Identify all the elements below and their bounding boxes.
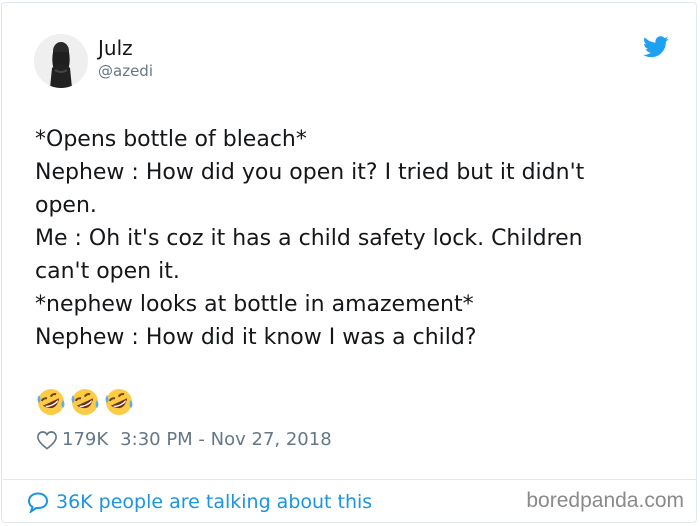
divider [3,479,697,480]
tweet-line: Nephew : How did it know I was a child? [35,325,477,350]
tweet-card: Julz @azedi *Opens bottle of bleach* Nep… [1,2,697,523]
heart-icon[interactable] [36,430,58,450]
author-name[interactable]: Julz [98,36,133,60]
rolling-on-floor-laughing-emoji [105,389,133,415]
twitter-bird-icon[interactable] [643,36,669,58]
like-count[interactable]: 179K [62,429,108,450]
rolling-on-floor-laughing-emoji [71,389,99,415]
boredpanda-watermark: boredpanda.com [526,489,684,512]
tweet-line: Me : Oh it's coz it has a child safety l… [35,226,583,251]
tweet-text: *Opens bottle of bleach* Nephew : How di… [35,123,665,354]
rolling-on-floor-laughing-emoji [37,389,65,415]
speech-bubble-icon [27,492,49,513]
tweet-line: open. [35,193,97,218]
tweet-line: Nephew : How did you open it? I tried bu… [35,160,585,185]
tweet-line: *Opens bottle of bleach* [35,127,307,152]
timestamp[interactable]: 3:30 PM - Nov 27, 2018 [120,429,331,450]
tweet-line: *nephew looks at bottle in amazement* [35,292,474,317]
talking-about-link[interactable]: 36K people are talking about this [26,491,372,513]
tweet-line: can't open it. [35,259,180,284]
author-handle[interactable]: @azedi [98,62,153,80]
talking-about-text[interactable]: 36K people are talking about this [56,491,372,513]
tweet-meta: 179K 3:30 PM - Nov 27, 2018 [36,429,332,450]
avatar[interactable] [34,34,88,88]
emoji-row [35,386,135,418]
